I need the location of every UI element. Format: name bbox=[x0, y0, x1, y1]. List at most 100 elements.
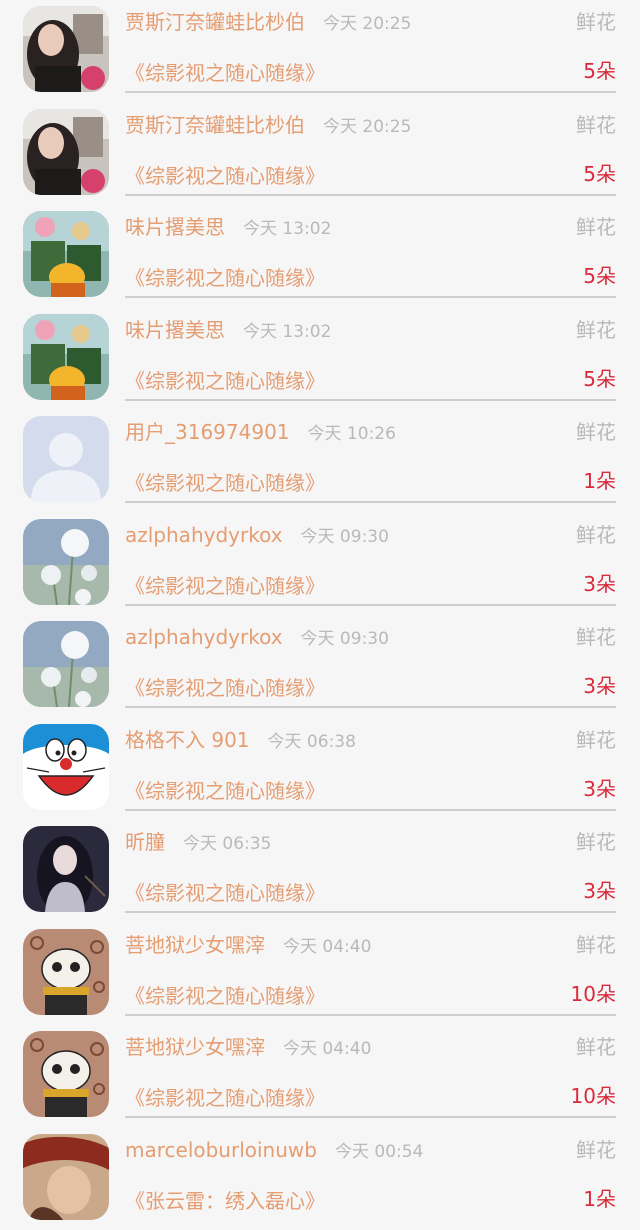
sender-name[interactable]: 贾斯汀奈罐蛙比杪伯今天 20:25 bbox=[125, 7, 411, 39]
gift-type: 鲜花 bbox=[576, 212, 616, 242]
list-item[interactable]: 菩地狱少女嘿滓今天 04:40 鲜花 《综影视之随心随缘》 10朵 bbox=[0, 1025, 640, 1128]
default-user-icon bbox=[23, 416, 109, 502]
list-item[interactable]: 昕朣今天 06:35 鲜花 《综影视之随心随缘》 3朵 bbox=[0, 820, 640, 923]
divider bbox=[125, 501, 616, 503]
gift-count: 3朵 bbox=[583, 774, 616, 804]
gift-count: 3朵 bbox=[583, 569, 616, 599]
gift-type: 鲜花 bbox=[576, 110, 616, 140]
gift-count: 10朵 bbox=[571, 1081, 616, 1111]
divider bbox=[125, 604, 616, 606]
book-title[interactable]: 《综影视之随心随缘》 bbox=[125, 263, 325, 293]
hat-character-icon bbox=[23, 1134, 109, 1220]
gift-type: 鲜花 bbox=[576, 7, 616, 37]
divider bbox=[125, 91, 616, 93]
book-title[interactable]: 《综影视之随心随缘》 bbox=[125, 366, 325, 396]
white-flowers-icon bbox=[23, 621, 109, 707]
divider bbox=[125, 296, 616, 298]
gift-count: 10朵 bbox=[571, 979, 616, 1009]
avatar[interactable] bbox=[23, 929, 109, 1015]
list-item[interactable]: 用户_316974901今天 10:26 鲜花 《综影视之随心随缘》 1朵 bbox=[0, 410, 640, 513]
gift-type: 鲜花 bbox=[576, 622, 616, 652]
send-time: 今天 09:30 bbox=[301, 624, 389, 654]
divider bbox=[125, 706, 616, 708]
sender-name[interactable]: 昕朣今天 06:35 bbox=[125, 827, 271, 859]
list-item[interactable]: 贾斯汀奈罐蛙比杪伯今天 20:25 鲜花 《综影视之随心随缘》 5朵 bbox=[0, 103, 640, 206]
cartoon-panda-icon bbox=[23, 1031, 109, 1117]
send-time: 今天 10:26 bbox=[308, 419, 396, 449]
send-time: 今天 06:35 bbox=[183, 829, 271, 859]
list-item[interactable]: 格格不入 901今天 06:38 鲜花 《综影视之随心随缘》 3朵 bbox=[0, 718, 640, 821]
send-time: 今天 13:02 bbox=[243, 214, 331, 244]
send-time: 今天 13:02 bbox=[243, 317, 331, 347]
white-flowers-icon bbox=[23, 519, 109, 605]
dark-hair-girl-icon bbox=[23, 826, 109, 912]
book-title[interactable]: 《综影视之随心随缘》 bbox=[125, 776, 325, 806]
girl-selfie-icon bbox=[23, 6, 109, 92]
send-time: 今天 00:54 bbox=[335, 1137, 423, 1167]
list-item[interactable]: 味片撂美思今天 13:02 鲜花 《综影视之随心随缘》 5朵 bbox=[0, 205, 640, 308]
sender-name[interactable]: 格格不入 901今天 06:38 bbox=[125, 725, 356, 757]
gift-count: 1朵 bbox=[583, 466, 616, 496]
send-time: 今天 20:25 bbox=[323, 112, 411, 142]
cartoon-panda-icon bbox=[23, 929, 109, 1015]
gift-count: 5朵 bbox=[583, 364, 616, 394]
list-item[interactable]: 味片撂美思今天 13:02 鲜花 《综影视之随心随缘》 5朵 bbox=[0, 308, 640, 411]
gift-type: 鲜花 bbox=[576, 520, 616, 550]
book-title[interactable]: 《综影视之随心随缘》 bbox=[125, 981, 325, 1011]
avatar[interactable] bbox=[23, 1134, 109, 1220]
sender-name[interactable]: 味片撂美思今天 13:02 bbox=[125, 212, 331, 244]
gift-count: 1朵 bbox=[583, 1184, 616, 1214]
gift-type: 鲜花 bbox=[576, 1135, 616, 1165]
avatar[interactable] bbox=[23, 519, 109, 605]
book-title[interactable]: 《张云雷：绣入磊心》 bbox=[125, 1186, 325, 1216]
avatar[interactable] bbox=[23, 1031, 109, 1117]
gift-type: 鲜花 bbox=[576, 417, 616, 447]
sender-name[interactable]: azlphahydyrkox今天 09:30 bbox=[125, 622, 389, 654]
avatar[interactable] bbox=[23, 416, 109, 502]
book-title[interactable]: 《综影视之随心随缘》 bbox=[125, 468, 325, 498]
sender-name[interactable]: 用户_316974901今天 10:26 bbox=[125, 417, 396, 449]
sender-name[interactable]: azlphahydyrkox今天 09:30 bbox=[125, 520, 389, 552]
girl-selfie-icon bbox=[23, 109, 109, 195]
book-title[interactable]: 《综影视之随心随缘》 bbox=[125, 1083, 325, 1113]
sender-name[interactable]: 贾斯汀奈罐蛙比杪伯今天 20:25 bbox=[125, 110, 411, 142]
avatar[interactable] bbox=[23, 314, 109, 400]
divider bbox=[125, 911, 616, 913]
anime-group-icon bbox=[23, 314, 109, 400]
sender-name[interactable]: 味片撂美思今天 13:02 bbox=[125, 315, 331, 347]
sender-name[interactable]: 菩地狱少女嘿滓今天 04:40 bbox=[125, 930, 371, 962]
gift-count: 5朵 bbox=[583, 261, 616, 291]
avatar[interactable] bbox=[23, 724, 109, 810]
book-title[interactable]: 《综影视之随心随缘》 bbox=[125, 161, 325, 191]
list-item[interactable]: 贾斯汀奈罐蛙比杪伯今天 20:25 鲜花 《综影视之随心随缘》 5朵 bbox=[0, 0, 640, 103]
book-title[interactable]: 《综影视之随心随缘》 bbox=[125, 673, 325, 703]
gift-type: 鲜花 bbox=[576, 827, 616, 857]
gift-count: 3朵 bbox=[583, 671, 616, 701]
gift-count: 5朵 bbox=[583, 159, 616, 189]
send-time: 今天 04:40 bbox=[283, 1034, 371, 1064]
list-item[interactable]: marceloburloinuwb今天 00:54 鲜花 《张云雷：绣入磊心》 … bbox=[0, 1128, 640, 1230]
divider bbox=[125, 399, 616, 401]
book-title[interactable]: 《综影视之随心随缘》 bbox=[125, 58, 325, 88]
send-time: 今天 04:40 bbox=[283, 932, 371, 962]
sender-name[interactable]: 菩地狱少女嘿滓今天 04:40 bbox=[125, 1032, 371, 1064]
send-time: 今天 09:30 bbox=[301, 522, 389, 552]
book-title[interactable]: 《综影视之随心随缘》 bbox=[125, 878, 325, 908]
send-time: 今天 06:38 bbox=[268, 727, 356, 757]
list-item[interactable]: 菩地狱少女嘿滓今天 04:40 鲜花 《综影视之随心随缘》 10朵 bbox=[0, 923, 640, 1026]
list-item[interactable]: azlphahydyrkox今天 09:30 鲜花 《综影视之随心随缘》 3朵 bbox=[0, 513, 640, 616]
gift-type: 鲜花 bbox=[576, 315, 616, 345]
gift-record-list: 贾斯汀奈罐蛙比杪伯今天 20:25 鲜花 《综影视之随心随缘》 5朵 贾斯汀奈罐… bbox=[0, 0, 640, 1214]
divider bbox=[125, 1116, 616, 1118]
divider bbox=[125, 809, 616, 811]
avatar[interactable] bbox=[23, 109, 109, 195]
avatar[interactable] bbox=[23, 826, 109, 912]
avatar[interactable] bbox=[23, 621, 109, 707]
avatar[interactable] bbox=[23, 211, 109, 297]
list-item[interactable]: azlphahydyrkox今天 09:30 鲜花 《综影视之随心随缘》 3朵 bbox=[0, 615, 640, 718]
gift-count: 5朵 bbox=[583, 56, 616, 86]
gift-type: 鲜花 bbox=[576, 725, 616, 755]
avatar[interactable] bbox=[23, 6, 109, 92]
sender-name[interactable]: marceloburloinuwb今天 00:54 bbox=[125, 1135, 423, 1167]
book-title[interactable]: 《综影视之随心随缘》 bbox=[125, 571, 325, 601]
